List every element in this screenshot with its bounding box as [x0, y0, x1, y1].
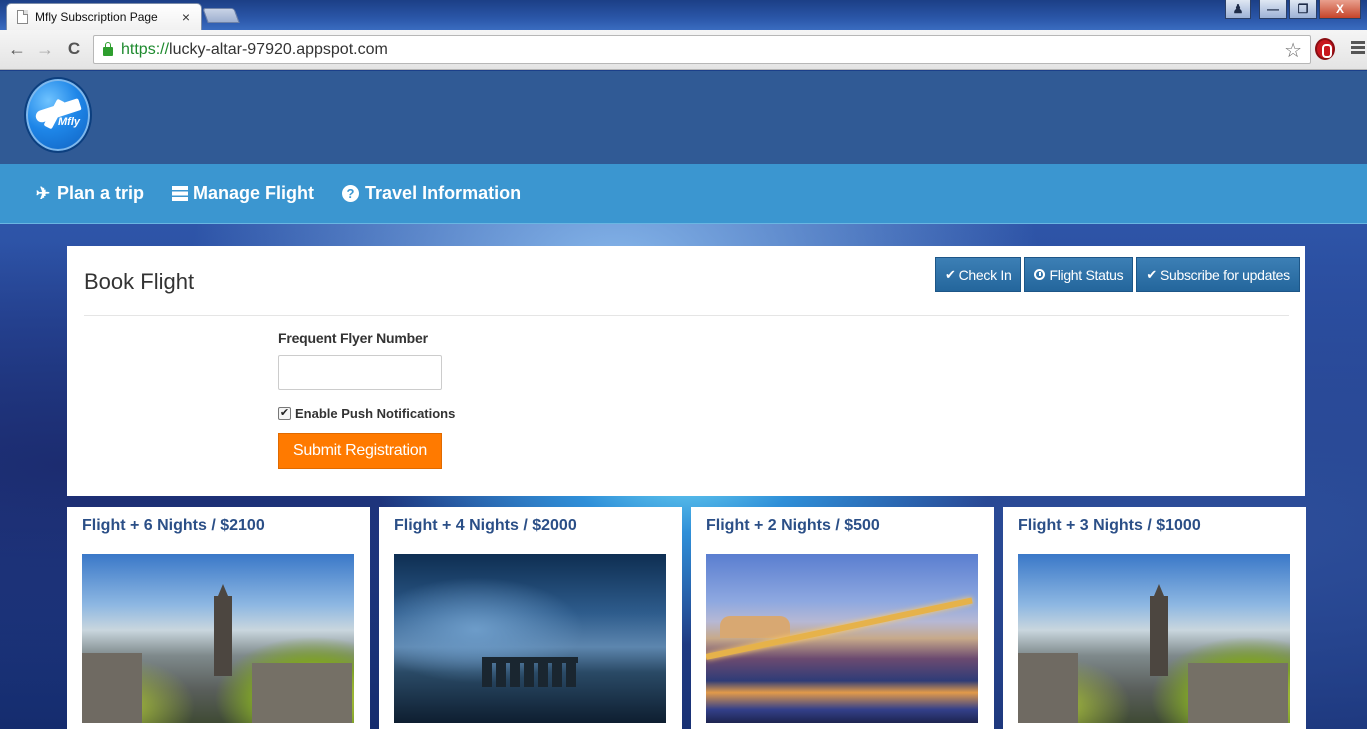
user-icon[interactable]: ♟: [1225, 0, 1251, 19]
button-label: Flight Status: [1049, 266, 1124, 283]
lock-icon: [103, 42, 113, 56]
frequent-flyer-label: Frequent Flyer Number: [278, 330, 428, 346]
deal-title[interactable]: Flight + 2 Nights / $500: [706, 517, 880, 535]
check-in-button[interactable]: ✔ Check In: [935, 257, 1022, 292]
window-controls: ♟ — ❐ X: [1225, 0, 1361, 19]
deal-card: Flight + 4 Nights / $2000: [379, 507, 682, 729]
frequent-flyer-input[interactable]: [278, 355, 442, 390]
divider: [84, 315, 1289, 316]
nav-label: Plan a trip: [57, 183, 145, 203]
nav-manage-flight[interactable]: Manage Flight: [172, 183, 314, 204]
flight-status-button[interactable]: Flight Status: [1024, 257, 1134, 292]
button-label: Check In: [958, 266, 1012, 283]
deal-image-edinburgh[interactable]: [1018, 554, 1290, 723]
forward-arrow-icon[interactable]: →: [34, 38, 56, 60]
panel-title: Book Flight: [84, 269, 195, 294]
check-icon: ✔: [1146, 266, 1157, 282]
button-label: Subscribe for updates: [1159, 266, 1290, 283]
submit-registration-button[interactable]: Submit Registration: [278, 433, 442, 469]
deal-title[interactable]: Flight + 3 Nights / $1000: [1018, 517, 1201, 535]
tab-close-icon[interactable]: ×: [179, 9, 193, 25]
deal-image-budapest[interactable]: [706, 554, 978, 723]
browser-titlebar: Mfly Subscription Page × ♟ — ❐ X: [0, 0, 1367, 30]
close-window-button[interactable]: X: [1319, 0, 1361, 19]
nav-label: Manage Flight: [193, 183, 315, 203]
question-circle-icon: ?: [342, 185, 360, 202]
server-icon: [172, 186, 189, 201]
back-arrow-icon[interactable]: ←: [6, 38, 28, 60]
nav-plan-a-trip[interactable]: ✈ Plan a trip: [34, 183, 144, 204]
extension-icon[interactable]: [1315, 38, 1335, 60]
deal-card: Flight + 3 Nights / $1000: [1003, 507, 1306, 729]
browser-toolbar: ← → C https://lucky-altar-97920.appspot.…: [0, 30, 1367, 70]
action-buttons: ✔ Check In Flight Status ✔ Subscribe for…: [935, 257, 1300, 292]
deal-title[interactable]: Flight + 4 Nights / $2000: [394, 517, 577, 535]
check-icon: ✔: [945, 266, 956, 282]
nav-travel-information[interactable]: ? Travel Information: [342, 183, 521, 204]
clock-icon: [1034, 269, 1046, 280]
site-header: Mfly: [0, 71, 1367, 164]
page-content: Mfly ✈ Plan a trip Manage Flight ? Trave…: [0, 71, 1367, 729]
minimize-button[interactable]: —: [1259, 0, 1287, 19]
deal-image-edinburgh[interactable]: [82, 554, 354, 723]
subscribe-button[interactable]: ✔ Subscribe for updates: [1136, 257, 1300, 292]
book-flight-panel: Book Flight ✔ Check In Flight Status ✔ S…: [67, 246, 1305, 496]
url-protocol: https://: [121, 40, 170, 58]
parliament: [720, 616, 790, 638]
push-notifications-label: Enable Push Notifications: [295, 406, 456, 421]
deal-card: Flight + 6 Nights / $2100: [67, 507, 370, 729]
deal-card: Flight + 2 Nights / $500: [691, 507, 994, 729]
plane-icon: ✈: [35, 183, 51, 203]
url-text[interactable]: https://lucky-altar-97920.appspot.com: [121, 41, 388, 59]
deal-image-stonehenge[interactable]: [394, 554, 666, 723]
logo-text: Mfly: [58, 116, 80, 128]
main-nav: ✈ Plan a trip Manage Flight ? Travel Inf…: [0, 164, 1367, 224]
browser-tab[interactable]: Mfly Subscription Page ×: [6, 3, 202, 30]
bookmark-star-icon[interactable]: ☆: [1284, 38, 1302, 63]
new-tab-button[interactable]: [202, 8, 240, 23]
mfly-logo[interactable]: Mfly: [24, 77, 92, 153]
stones: [482, 657, 578, 687]
restore-button[interactable]: ❐: [1289, 0, 1317, 19]
address-bar[interactable]: https://lucky-altar-97920.appspot.com ☆: [93, 35, 1311, 64]
menu-icon[interactable]: [1351, 41, 1365, 55]
push-notifications-row: ✔ Enable Push Notifications: [278, 406, 455, 421]
document-icon: [17, 10, 28, 24]
url-host: lucky-altar-97920.appspot.com: [169, 40, 388, 58]
clock-tower: [214, 584, 232, 676]
push-notifications-checkbox[interactable]: ✔: [278, 407, 291, 420]
tab-title: Mfly Subscription Page: [35, 10, 158, 24]
clock-tower: [1150, 584, 1168, 676]
reload-icon[interactable]: C: [63, 38, 85, 60]
deal-title[interactable]: Flight + 6 Nights / $2100: [82, 517, 265, 535]
nav-label: Travel Information: [365, 183, 522, 203]
